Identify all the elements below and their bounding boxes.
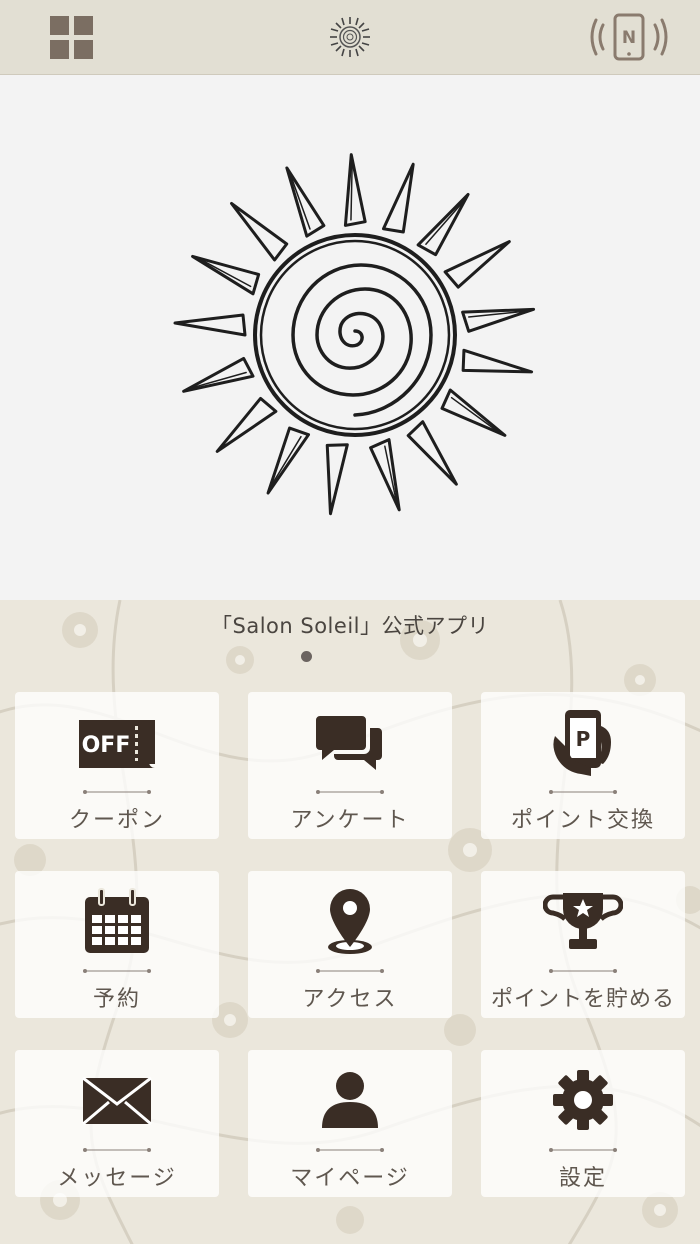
coupon-off-text: OFF <box>82 733 131 758</box>
survey-button[interactable]: アンケート <box>248 692 452 839</box>
coupon-off-icon: OFF <box>79 720 155 768</box>
access-button[interactable]: アクセス <box>248 871 452 1018</box>
point-exchange-button[interactable]: P ポイント交換 <box>481 692 685 839</box>
menu-area: 「Salon Soleil」公式アプリ OFF クーポン アンケート P ポイン… <box>0 600 700 1244</box>
point-exchange-label: ポイント交換 <box>510 808 655 833</box>
settings-label: 設定 <box>558 1166 607 1191</box>
settings-button[interactable]: 設定 <box>481 1050 685 1197</box>
survey-label: アンケート <box>290 808 410 833</box>
mypage-label: マイページ <box>290 1166 410 1191</box>
trophy-icon <box>543 893 623 949</box>
reservation-button[interactable]: 予約 <box>15 871 219 1018</box>
gear-icon <box>553 1070 613 1130</box>
person-icon <box>322 1072 378 1128</box>
coupon-label: クーポン <box>68 808 165 833</box>
tile-divider <box>549 969 617 973</box>
chat-bubbles-icon <box>316 716 382 770</box>
map-pin-icon <box>328 889 372 954</box>
tile-divider <box>316 1148 384 1152</box>
hero-banner <box>0 75 700 600</box>
tile-divider <box>83 969 151 973</box>
tile-divider <box>83 1148 151 1152</box>
tile-divider <box>549 1148 617 1152</box>
tile-divider <box>316 790 384 794</box>
nfc-phone-icon[interactable]: N <box>590 12 668 62</box>
sun-spiral-image <box>173 153 536 516</box>
hand-phone-points-icon: P <box>553 710 611 776</box>
page-indicator-dot[interactable] <box>301 651 312 662</box>
app-title: 「Salon Soleil」公式アプリ <box>211 614 489 638</box>
points-letter: P <box>576 727 591 751</box>
message-label: メッセージ <box>57 1166 177 1191</box>
sun-logo-icon[interactable] <box>328 15 372 59</box>
mypage-button[interactable]: マイページ <box>248 1050 452 1197</box>
grid-menu-icon[interactable] <box>50 16 94 60</box>
earn-points-label: ポイントを貯める <box>490 987 675 1012</box>
nfc-letter: N <box>622 28 636 48</box>
envelope-icon <box>82 1076 152 1126</box>
reservation-label: 予約 <box>92 987 141 1012</box>
tile-divider <box>83 790 151 794</box>
tile-divider <box>549 790 617 794</box>
coupon-button[interactable]: OFF クーポン <box>15 692 219 839</box>
calendar-icon <box>85 888 149 953</box>
message-button[interactable]: メッセージ <box>15 1050 219 1197</box>
access-label: アクセス <box>302 987 398 1012</box>
app-header: N <box>0 0 700 75</box>
earn-points-button[interactable]: ポイントを貯める <box>481 871 685 1018</box>
tile-divider <box>316 969 384 973</box>
